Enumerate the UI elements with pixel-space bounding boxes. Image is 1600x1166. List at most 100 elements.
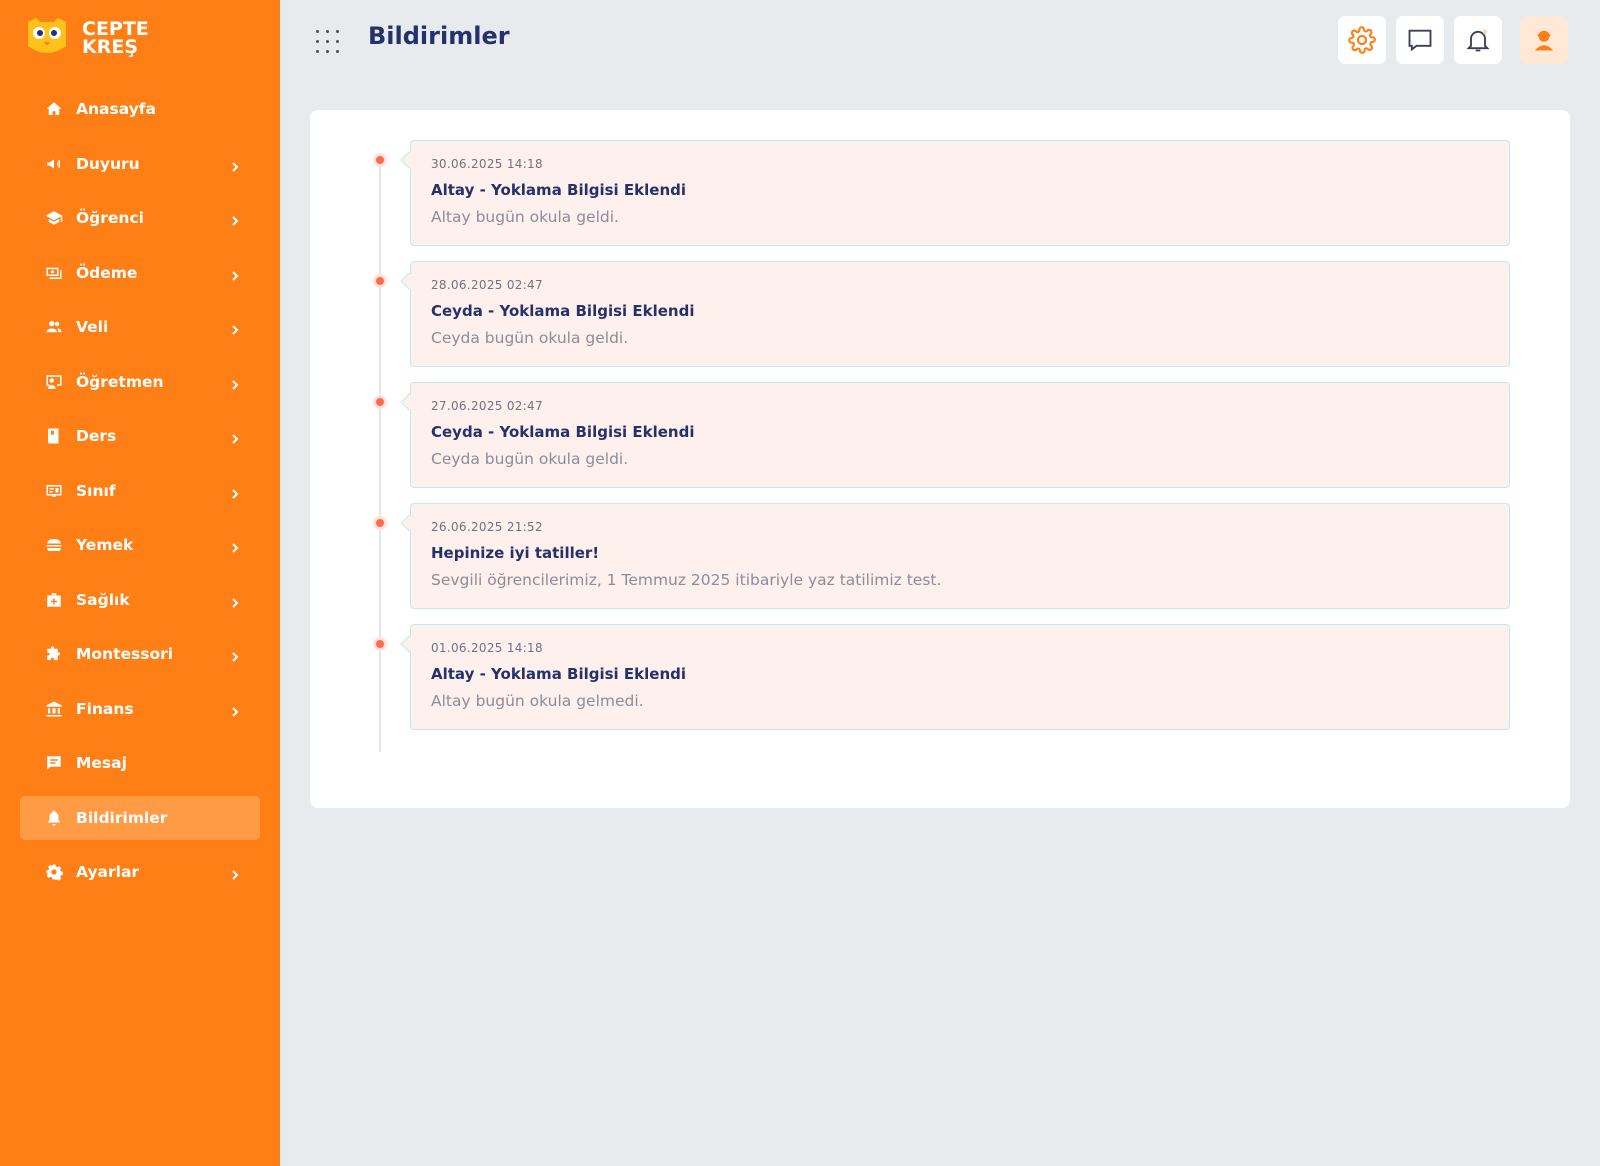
notification-box[interactable]: 27.06.2025 02:47 Ceyda - Yoklama Bilgisi … bbox=[410, 382, 1510, 488]
sidebar-item-ödeme[interactable]: Ödeme bbox=[20, 251, 260, 295]
sidebar-item-duyuru[interactable]: Duyuru bbox=[20, 142, 260, 186]
chevron-right-icon bbox=[230, 866, 240, 880]
sidebar-item-bildirimler[interactable]: Bildirimler bbox=[20, 795, 260, 840]
notification-title: Ceyda - Yoklama Bilgisi Eklendi bbox=[431, 423, 695, 441]
book-icon bbox=[44, 426, 64, 446]
sidebar-item-label: Öğretmen bbox=[76, 372, 164, 391]
sidebar-item-label: Veli bbox=[76, 318, 109, 336]
user-avatar-icon bbox=[1534, 30, 1554, 51]
notification-item[interactable]: 30.06.2025 14:18 Altay - Yoklama Bilgisi … bbox=[310, 140, 1570, 246]
bell-icon bbox=[44, 808, 64, 828]
sidebar-item-öğrenci[interactable]: Öğrenci bbox=[20, 196, 260, 240]
sidebar-item-ders[interactable]: Ders bbox=[20, 414, 260, 458]
sidebar-item-label: Montessori bbox=[76, 645, 174, 663]
users-icon bbox=[44, 317, 64, 337]
classroom-icon bbox=[44, 481, 64, 501]
brand-logo[interactable]: CEPTE KREŞ bbox=[26, 16, 149, 60]
sidebar-item-sınıf[interactable]: Sınıf bbox=[20, 469, 260, 513]
chevron-right-icon bbox=[230, 158, 240, 172]
payment-icon bbox=[44, 263, 64, 283]
sidebar-item-ayarlar[interactable]: Ayarlar bbox=[20, 850, 260, 894]
settings-button[interactable] bbox=[1338, 16, 1386, 64]
sidebar-item-öğretmen[interactable]: Öğretmen bbox=[20, 360, 260, 404]
notification-box[interactable]: 30.06.2025 14:18 Altay - Yoklama Bilgisi … bbox=[410, 140, 1510, 246]
notification-date: 27.06.2025 02:47 bbox=[431, 399, 543, 413]
notification-item[interactable]: 27.06.2025 02:47 Ceyda - Yoklama Bilgisi … bbox=[310, 382, 1570, 488]
notification-title: Altay - Yoklama Bilgisi Eklendi bbox=[431, 665, 687, 683]
page-title: Bildirimler bbox=[368, 22, 510, 50]
sidebar-item-label: Ödeme bbox=[76, 263, 138, 282]
chat-icon bbox=[1408, 29, 1432, 52]
notification-message: Ceyda bugün okula geldi. bbox=[431, 329, 629, 347]
notification-date: 26.06.2025 21:52 bbox=[431, 520, 543, 534]
chevron-right-icon bbox=[230, 703, 240, 717]
sidebar-item-mesaj[interactable]: Mesaj bbox=[20, 741, 260, 785]
sidebar-item-label: Ayarlar bbox=[76, 863, 140, 881]
sidebar-item-label: Sınıf bbox=[76, 481, 116, 500]
chevron-right-icon bbox=[230, 539, 240, 553]
sidebar-item-veli[interactable]: Veli bbox=[20, 305, 260, 349]
sidebar-item-sağlık[interactable]: Sağlık bbox=[20, 578, 260, 622]
sidebar-item-label: Öğrenci bbox=[76, 209, 144, 227]
megaphone-icon bbox=[44, 154, 64, 174]
teacher-icon bbox=[44, 372, 64, 392]
sidebar-nav: Anasayfa Duyuru Öğrenci Ödeme Veli Öğretmen De… bbox=[20, 87, 260, 905]
chevron-right-icon bbox=[230, 212, 240, 226]
chevron-right-icon bbox=[230, 485, 240, 499]
settings-icon bbox=[1348, 26, 1376, 54]
chat-button[interactable] bbox=[1396, 16, 1444, 64]
notification-date: 01.06.2025 14:18 bbox=[431, 641, 543, 655]
notification-title: Ceyda - Yoklama Bilgisi Eklendi bbox=[431, 302, 695, 320]
timeline-dot bbox=[373, 274, 387, 288]
notification-message: Ceyda bugün okula geldi. bbox=[431, 450, 629, 468]
sidebar-item-label: Sağlık bbox=[76, 590, 130, 609]
sidebar-item-montessori[interactable]: Montessori bbox=[20, 632, 260, 676]
owl-logo-icon bbox=[26, 16, 68, 60]
brand-line2: KREŞ bbox=[82, 36, 139, 58]
bank-icon bbox=[44, 699, 64, 719]
notification-box[interactable]: 26.06.2025 21:52 Hepinize iyi tatiller! Se… bbox=[410, 503, 1510, 609]
notifications-button[interactable] bbox=[1454, 16, 1502, 64]
chevron-right-icon bbox=[230, 594, 240, 608]
notification-title: Hepinize iyi tatiller! bbox=[431, 544, 600, 562]
sidebar-item-yemek[interactable]: Yemek bbox=[20, 523, 260, 567]
timeline-dot bbox=[373, 637, 387, 651]
sidebar-item-label: Duyuru bbox=[76, 154, 140, 173]
sidebar-item-label: Yemek bbox=[76, 536, 134, 554]
notification-message: Sevgili öğrencilerimiz, 1 Temmuz 2025 it… bbox=[431, 571, 942, 589]
user-avatar-button[interactable] bbox=[1520, 16, 1568, 64]
puzzle-icon bbox=[44, 644, 64, 664]
brand-name: CEPTE KREŞ bbox=[82, 20, 149, 58]
sidebar-item-label: Ders bbox=[76, 427, 117, 445]
timeline-dot bbox=[373, 516, 387, 530]
timeline-dot bbox=[373, 153, 387, 167]
app-grid-menu-button[interactable] bbox=[312, 26, 342, 56]
notification-box[interactable]: 28.06.2025 02:47 Ceyda - Yoklama Bilgisi … bbox=[410, 261, 1510, 367]
notification-box[interactable]: 01.06.2025 14:18 Altay - Yoklama Bilgisi … bbox=[410, 624, 1510, 730]
gear-icon bbox=[44, 862, 64, 882]
medkit-icon bbox=[44, 590, 64, 610]
sidebar-item-anasayfa[interactable]: Anasayfa bbox=[20, 87, 260, 131]
home-icon bbox=[44, 99, 64, 119]
sidebar-item-label: Finans bbox=[76, 699, 134, 718]
timeline-dot bbox=[373, 395, 387, 409]
notification-item[interactable]: 01.06.2025 14:18 Altay - Yoklama Bilgisi … bbox=[310, 624, 1570, 730]
notification-message: Altay bugün okula gelmedi. bbox=[431, 692, 644, 710]
notification-date: 30.06.2025 14:18 bbox=[431, 157, 543, 171]
sidebar: CEPTE KREŞ Anasayfa Duyuru Öğrenci Ödeme Vel… bbox=[0, 0, 280, 1166]
chevron-right-icon bbox=[230, 648, 240, 662]
notification-item[interactable]: 26.06.2025 21:52 Hepinize iyi tatiller! Se… bbox=[310, 503, 1570, 609]
bell-icon bbox=[1466, 29, 1490, 52]
notification-date: 28.06.2025 02:47 bbox=[431, 278, 543, 292]
notification-message: Altay bugün okula geldi. bbox=[431, 208, 619, 226]
chevron-right-icon bbox=[230, 321, 240, 335]
chevron-right-icon bbox=[230, 430, 240, 444]
graduation-cap-icon bbox=[44, 208, 64, 228]
chevron-right-icon bbox=[230, 376, 240, 390]
sidebar-item-finans[interactable]: Finans bbox=[20, 687, 260, 731]
notification-item[interactable]: 28.06.2025 02:47 Ceyda - Yoklama Bilgisi … bbox=[310, 261, 1570, 367]
notifications-card: 30.06.2025 14:18 Altay - Yoklama Bilgisi … bbox=[310, 110, 1570, 808]
message-icon bbox=[44, 753, 64, 773]
chevron-right-icon bbox=[230, 267, 240, 281]
burger-icon bbox=[44, 535, 64, 555]
